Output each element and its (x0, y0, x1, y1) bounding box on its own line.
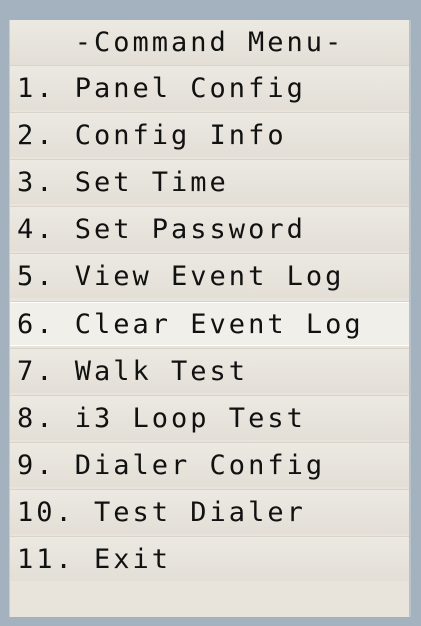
menu-item-exit[interactable]: 11. Exit (10, 536, 409, 581)
menu-item-set-password[interactable]: 4. Set Password (10, 206, 409, 251)
menu-item-dialer-config[interactable]: 9. Dialer Config (10, 442, 409, 487)
menu-item-panel-config[interactable]: 1. Panel Config (10, 65, 409, 110)
menu-item-i3-loop-test[interactable]: 8. i3 Loop Test (10, 395, 409, 440)
menu-item-view-event-log[interactable]: 5. View Event Log (10, 253, 409, 298)
menu-item-clear-event-log[interactable]: 6. Clear Event Log (10, 301, 409, 346)
menu-title: -Command Menu- (10, 20, 409, 65)
menu-item-set-time[interactable]: 3. Set Time (10, 159, 409, 204)
menu-item-config-info[interactable]: 2. Config Info (10, 112, 409, 157)
menu-item-walk-test[interactable]: 7. Walk Test (10, 348, 409, 393)
menu-item-test-dialer[interactable]: 10. Test Dialer (10, 489, 409, 534)
command-menu-panel: -Command Menu- 1. Panel Config 2. Config… (9, 20, 411, 617)
